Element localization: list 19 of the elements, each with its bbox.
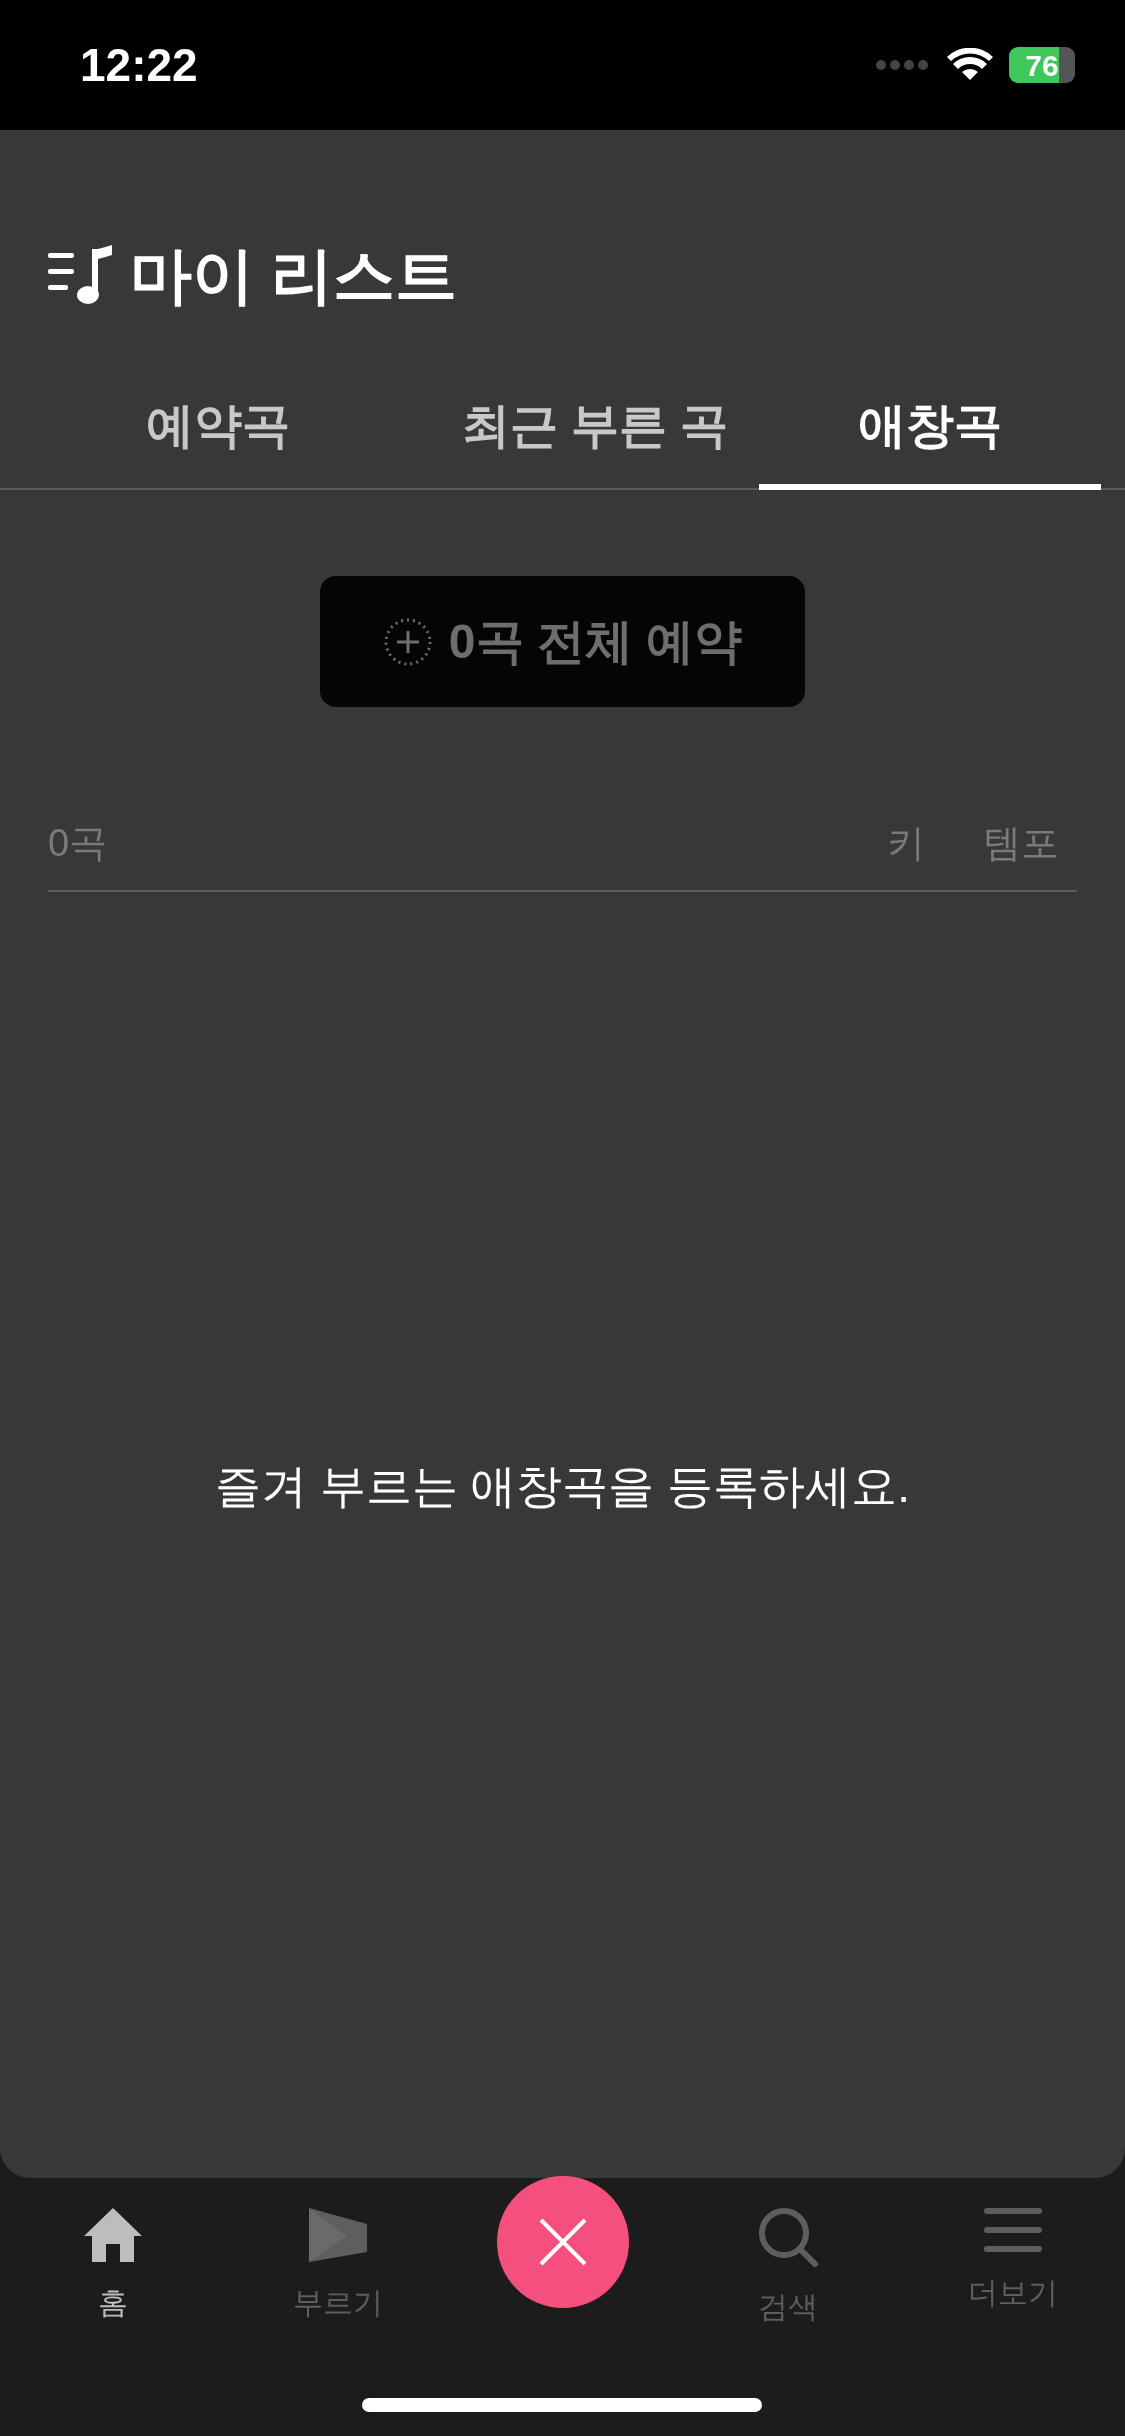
- plus-circle-icon: [382, 616, 433, 667]
- empty-message: 즐겨 부르는 애창곡을 등록하세요.: [213, 1459, 912, 1514]
- playlist-music-icon: [48, 245, 114, 305]
- close-icon: [537, 2217, 588, 2267]
- status-time: 12:22: [80, 37, 198, 93]
- signal-icon: [875, 58, 931, 72]
- tab[interactable]: 예약곡: [145, 390, 290, 490]
- wifi-icon: [947, 48, 993, 82]
- column-header: 템포: [983, 821, 1059, 866]
- flag-icon: [306, 2206, 369, 2264]
- search-icon: [756, 2206, 819, 2268]
- battery-level: 76: [1009, 47, 1075, 83]
- song-count: 0곡: [48, 821, 109, 866]
- tab[interactable]: 애창곡: [759, 390, 1101, 490]
- column-header: 키: [887, 821, 925, 866]
- menu-icon: [983, 2206, 1042, 2254]
- nav-tab[interactable]: 홈: [0, 2178, 225, 2326]
- tab[interactable]: 최근 부른 곡: [461, 390, 729, 490]
- page-title: 마이 리스트: [130, 239, 458, 312]
